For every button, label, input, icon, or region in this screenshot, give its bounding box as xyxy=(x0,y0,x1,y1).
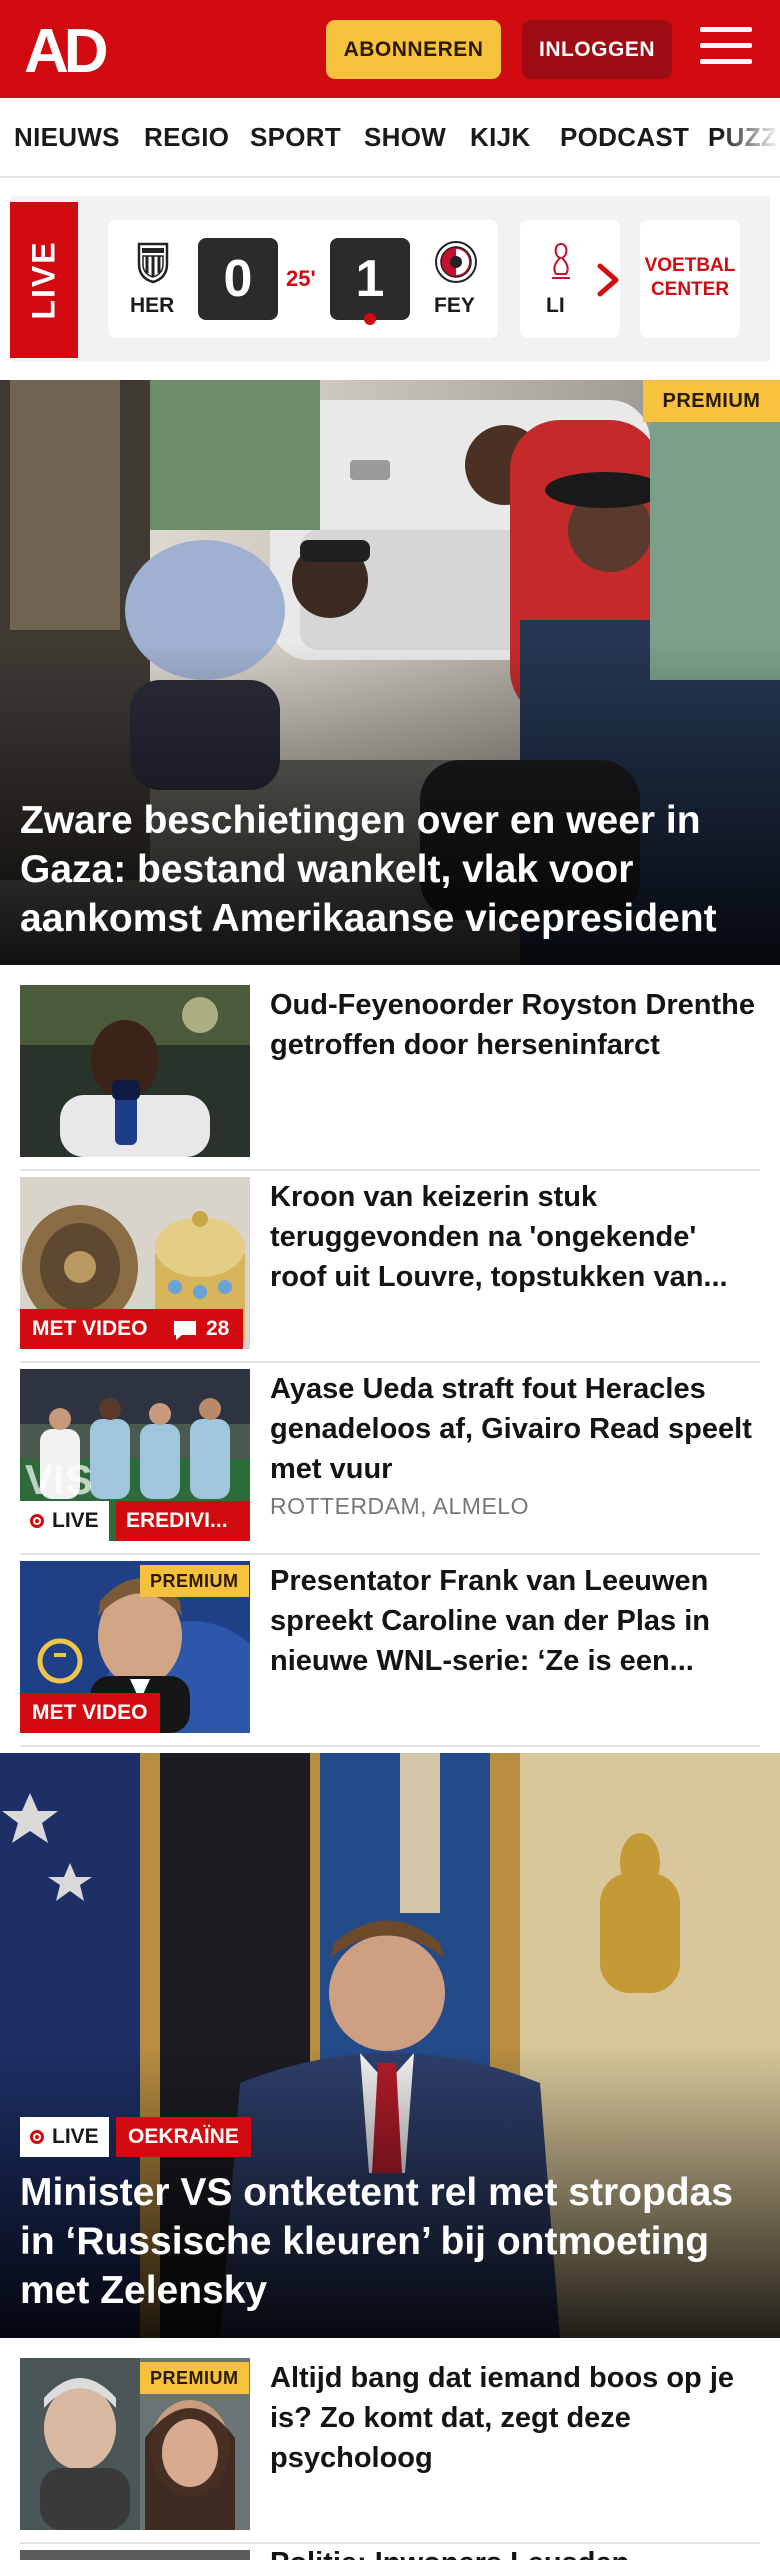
article-thumbnail xyxy=(20,985,250,1157)
live-badge: LIVE xyxy=(20,2117,109,2157)
nav-item-regio[interactable]: REGIO xyxy=(144,122,229,153)
voetbal-center-label-2: CENTER xyxy=(650,279,730,300)
video-badge: MET VIDEO xyxy=(20,1693,160,1733)
article-title[interactable]: Ayase Ueda straft fout Heracles genadelo… xyxy=(270,1369,760,1489)
article-title[interactable]: Kroon van keizerin stuk teruggevonden na… xyxy=(270,1177,760,1297)
nav-item-nieuws[interactable]: NIEUWS xyxy=(14,122,120,153)
chevron-right-icon[interactable] xyxy=(588,258,628,302)
nav-fade xyxy=(720,98,780,176)
nav-item-podcast[interactable]: PODCAST xyxy=(560,122,689,153)
nav-item-sport[interactable]: SPORT xyxy=(250,122,341,153)
match-minute: 25' xyxy=(286,266,316,291)
voetbal-center-label-1: VOETBAL xyxy=(644,255,736,276)
next-match-code: LI xyxy=(546,294,565,317)
list-item[interactable]: PREMIUM MET VIDEO Presentator Frank van … xyxy=(20,1561,760,1747)
nav-item-show[interactable]: SHOW xyxy=(364,122,446,153)
article-location: ROTTERDAM, ALMELO xyxy=(270,1493,529,1519)
live-tab[interactable]: LIVE xyxy=(10,202,78,358)
article-title[interactable]: Politie: Inwoners Leusden xyxy=(270,2548,760,2560)
list-item[interactable]: Politie: Inwoners Leusden xyxy=(20,2548,760,2560)
svg-text:AD: AD xyxy=(24,22,107,78)
video-badge: MET VIDEO xyxy=(20,1309,160,1349)
feyenoord-crest-icon xyxy=(435,241,477,283)
heracles-crest-icon xyxy=(137,242,169,284)
comments-badge[interactable]: 28 xyxy=(160,1309,244,1349)
home-team-code: HER xyxy=(130,294,175,317)
list-item[interactable]: Oud-Feyenoorder Royston Drenthe getroffe… xyxy=(20,985,760,1171)
goal-indicator xyxy=(364,313,376,325)
live-tab-label: LIVE xyxy=(25,240,62,320)
article-title[interactable]: Presentator Frank van Leeuwen spreekt Ca… xyxy=(270,1561,760,1681)
away-score: 1 xyxy=(330,238,410,320)
category-badge: EREDIVI... xyxy=(116,1501,250,1541)
login-button[interactable]: INLOGGEN xyxy=(522,20,672,79)
premium-badge: PREMIUM xyxy=(140,1565,249,1597)
svg-text:VIS: VIS xyxy=(25,1456,93,1503)
menu-icon[interactable] xyxy=(700,27,752,71)
nav-item-kijk[interactable]: KIJK xyxy=(470,122,530,153)
away-team-code: FEY xyxy=(434,294,475,317)
site-header: AD ABONNEREN INLOGGEN xyxy=(0,0,780,98)
list-item[interactable]: MET VIDEO 28 Kroon van keizerin stuk ter… xyxy=(20,1177,760,1363)
article-thumbnail xyxy=(20,2550,250,2560)
comment-icon xyxy=(174,1321,196,1340)
premium-badge: PREMIUM xyxy=(643,380,780,422)
hero-headline[interactable]: Zware beschietingen over en weer in Gaza… xyxy=(20,796,770,943)
article-title[interactable]: Oud-Feyenoorder Royston Drenthe getroffe… xyxy=(270,985,760,1065)
feature-headline[interactable]: Minister VS ontketent rel met stropdas i… xyxy=(20,2168,760,2315)
voetbal-center-button[interactable]: VOETBAL CENTER xyxy=(640,220,740,338)
subscribe-button[interactable]: ABONNEREN xyxy=(326,20,501,79)
comments-count: 28 xyxy=(206,1317,230,1340)
live-badge: LIVE xyxy=(20,1501,109,1541)
ad-logo[interactable]: AD xyxy=(24,22,119,78)
section-nav: NIEUWS REGIO SPORT SHOW KIJK PODCAST PUZ… xyxy=(0,98,780,178)
list-item[interactable]: VIS LIVE EREDIVI... Ayase Ueda straft fo… xyxy=(20,1369,760,1555)
home-score: 0 xyxy=(198,238,278,320)
list-item[interactable]: PREMIUM Altijd bang dat iemand boos op j… xyxy=(20,2358,760,2544)
category-badge: OEKRAÏNE xyxy=(116,2117,251,2157)
article-title[interactable]: Altijd bang dat iemand boos op je is? Zo… xyxy=(270,2358,760,2478)
liverpool-crest-icon xyxy=(552,242,570,279)
premium-badge: PREMIUM xyxy=(140,2362,249,2394)
